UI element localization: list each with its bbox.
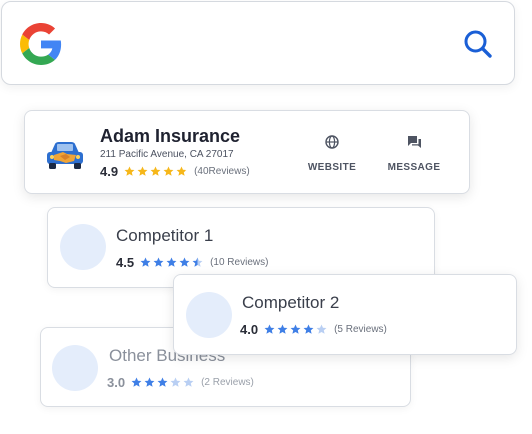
star-icon: [124, 166, 135, 176]
review-count[interactable]: (40Reviews): [194, 166, 250, 177]
star-icon: [170, 377, 181, 387]
competitor-rating: 3.0 (2 Reviews): [107, 375, 254, 390]
star-icon: [166, 257, 177, 267]
star-icon: [163, 166, 174, 176]
review-count[interactable]: (5 Reviews): [334, 324, 387, 335]
star-rating: [264, 324, 329, 335]
business-listing-card[interactable]: Adam Insurance 211 Pacific Avenue, CA 27…: [24, 110, 470, 194]
business-rating: 4.9 (40Reviews): [100, 164, 250, 179]
competitor-name[interactable]: Competitor 2: [242, 293, 339, 313]
competitor-card[interactable]: Competitor 2 4.0 (5 Reviews): [173, 274, 517, 355]
website-label: WEBSITE: [307, 162, 357, 173]
avatar: [60, 224, 106, 270]
rating-value: 3.0: [107, 375, 126, 390]
message-button[interactable]: MESSAGE: [387, 135, 441, 173]
star-icon: [144, 377, 155, 387]
star-icon: [153, 257, 164, 267]
message-label: MESSAGE: [387, 162, 441, 173]
star-icon: [179, 257, 190, 267]
star-icon: [150, 166, 161, 176]
rating-value: 4.9: [100, 164, 119, 179]
car-handshake-logo-icon: [47, 142, 83, 169]
review-count[interactable]: (2 Reviews): [201, 377, 254, 388]
chat-icon: [407, 136, 421, 148]
rating-value: 4.5: [116, 255, 135, 270]
search-icon[interactable]: [463, 29, 493, 59]
star-icon: [264, 324, 275, 334]
star-rating: [124, 166, 189, 177]
star-icon: [277, 324, 288, 334]
google-logo-icon: [20, 23, 62, 65]
star-rating: [140, 257, 205, 268]
star-icon: [316, 324, 327, 334]
competitor-name[interactable]: Competitor 1: [116, 226, 213, 246]
star-icon: [290, 324, 301, 334]
avatar: [52, 345, 98, 391]
rating-value: 4.0: [240, 322, 259, 337]
star-icon: [192, 257, 203, 267]
star-icon: [303, 324, 314, 334]
globe-icon: [325, 135, 339, 149]
website-button[interactable]: WEBSITE: [307, 135, 357, 173]
business-name[interactable]: Adam Insurance: [100, 126, 240, 147]
competitor-rating: 4.5 (10 Reviews): [116, 255, 268, 270]
star-icon: [137, 166, 148, 176]
star-rating: [131, 377, 196, 388]
search-bar[interactable]: [1, 1, 515, 85]
star-icon: [157, 377, 168, 387]
competitor-rating: 4.0 (5 Reviews): [240, 322, 387, 337]
star-icon: [140, 257, 151, 267]
avatar: [186, 292, 232, 338]
star-icon: [176, 166, 187, 176]
star-icon: [131, 377, 142, 387]
business-address: 211 Pacific Avenue, CA 27017: [100, 149, 234, 160]
review-count[interactable]: (10 Reviews): [210, 257, 268, 268]
star-icon: [183, 377, 194, 387]
